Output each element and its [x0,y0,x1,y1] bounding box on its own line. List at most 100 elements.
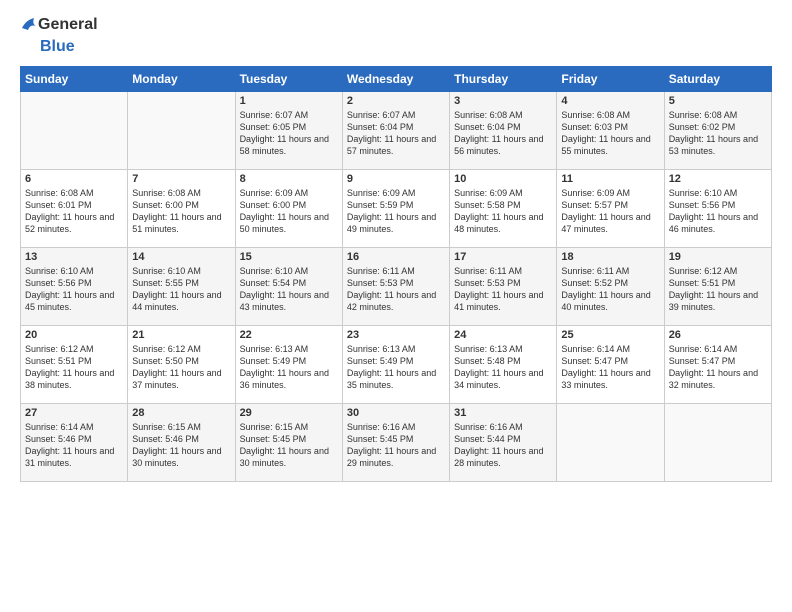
cell-info: Sunrise: 6:08 AMSunset: 6:03 PMDaylight:… [561,109,659,158]
calendar-cell [664,404,771,482]
day-number: 1 [240,95,338,107]
cell-info: Sunrise: 6:07 AMSunset: 6:04 PMDaylight:… [347,109,445,158]
day-header-sunday: Sunday [21,67,128,92]
day-number: 16 [347,251,445,263]
day-number: 26 [669,329,767,341]
day-number: 31 [454,407,552,419]
cell-info: Sunrise: 6:10 AMSunset: 5:55 PMDaylight:… [132,265,230,314]
calendar-cell: 16 Sunrise: 6:11 AMSunset: 5:53 PMDayligh… [342,248,449,326]
cell-info: Sunrise: 6:10 AMSunset: 5:56 PMDaylight:… [25,265,123,314]
day-number: 3 [454,95,552,107]
logo: GeneralBlue [20,16,98,56]
cell-info: Sunrise: 6:14 AMSunset: 5:47 PMDaylight:… [669,343,767,392]
cell-info: Sunrise: 6:11 AMSunset: 5:52 PMDaylight:… [561,265,659,314]
day-number: 23 [347,329,445,341]
cell-info: Sunrise: 6:16 AMSunset: 5:44 PMDaylight:… [454,421,552,470]
day-number: 27 [25,407,123,419]
calendar-cell: 11Sunrise: 6:09 AMSunset: 5:57 PMDayligh… [557,170,664,248]
cell-info: Sunrise: 6:13 AMSunset: 5:48 PMDaylight:… [454,343,552,392]
cell-info: Sunrise: 6:08 AMSunset: 6:04 PMDaylight:… [454,109,552,158]
calendar-cell: 23 Sunrise: 6:13 AMSunset: 5:49 PMDayligh… [342,326,449,404]
week-row-2: 6 Sunrise: 6:08 AMSunset: 6:01 PMDaylight… [21,170,772,248]
day-number: 7 [132,173,230,185]
cell-info: Sunrise: 6:12 AMSunset: 5:51 PMDaylight:… [669,265,767,314]
calendar-cell: 12Sunrise: 6:10 AMSunset: 5:56 PMDayligh… [664,170,771,248]
day-number: 21 [132,329,230,341]
day-number: 5 [669,95,767,107]
header: GeneralBlue [20,16,772,56]
week-row-1: 1 Sunrise: 6:07 AMSunset: 6:05 PMDaylight… [21,92,772,170]
day-number: 25 [561,329,659,341]
logo-bird-icon [20,16,38,34]
day-number: 29 [240,407,338,419]
day-header-friday: Friday [557,67,664,92]
day-number: 28 [132,407,230,419]
day-header-wednesday: Wednesday [342,67,449,92]
calendar-cell: 2 Sunrise: 6:07 AMSunset: 6:04 PMDaylight… [342,92,449,170]
cell-info: Sunrise: 6:07 AMSunset: 6:05 PMDaylight:… [240,109,338,158]
calendar-cell: 31 Sunrise: 6:16 AMSunset: 5:44 PMDayligh… [450,404,557,482]
cell-info: Sunrise: 6:12 AMSunset: 5:51 PMDaylight:… [25,343,123,392]
cell-info: Sunrise: 6:13 AMSunset: 5:49 PMDaylight:… [347,343,445,392]
cell-info: Sunrise: 6:11 AMSunset: 5:53 PMDaylight:… [454,265,552,314]
calendar-cell: 22 Sunrise: 6:13 AMSunset: 5:49 PMDayligh… [235,326,342,404]
calendar-cell: 15Sunrise: 6:10 AMSunset: 5:54 PMDayligh… [235,248,342,326]
cell-info: Sunrise: 6:15 AMSunset: 5:46 PMDaylight:… [132,421,230,470]
calendar-cell: 3 Sunrise: 6:08 AMSunset: 6:04 PMDaylight… [450,92,557,170]
cell-info: Sunrise: 6:14 AMSunset: 5:46 PMDaylight:… [25,421,123,470]
calendar-cell: 21 Sunrise: 6:12 AMSunset: 5:50 PMDayligh… [128,326,235,404]
calendar-cell: 26 Sunrise: 6:14 AMSunset: 5:47 PMDayligh… [664,326,771,404]
header-row: SundayMondayTuesdayWednesdayThursdayFrid… [21,67,772,92]
day-number: 9 [347,173,445,185]
calendar-cell: 28 Sunrise: 6:15 AMSunset: 5:46 PMDayligh… [128,404,235,482]
day-number: 30 [347,407,445,419]
cell-info: Sunrise: 6:16 AMSunset: 5:45 PMDaylight:… [347,421,445,470]
week-row-3: 13 Sunrise: 6:10 AMSunset: 5:56 PMDayligh… [21,248,772,326]
calendar-cell: 19 Sunrise: 6:12 AMSunset: 5:51 PMDayligh… [664,248,771,326]
calendar-cell: 20 Sunrise: 6:12 AMSunset: 5:51 PMDayligh… [21,326,128,404]
day-number: 11 [561,173,659,185]
day-number: 24 [454,329,552,341]
calendar-cell: 17 Sunrise: 6:11 AMSunset: 5:53 PMDayligh… [450,248,557,326]
cell-info: Sunrise: 6:08 AMSunset: 6:01 PMDaylight:… [25,187,123,236]
calendar-cell: 18 Sunrise: 6:11 AMSunset: 5:52 PMDayligh… [557,248,664,326]
calendar-cell: 4Sunrise: 6:08 AMSunset: 6:03 PMDaylight… [557,92,664,170]
calendar-cell [128,92,235,170]
calendar-cell: 27 Sunrise: 6:14 AMSunset: 5:46 PMDayligh… [21,404,128,482]
cell-info: Sunrise: 6:10 AMSunset: 5:56 PMDaylight:… [669,187,767,236]
calendar-cell [557,404,664,482]
cell-info: Sunrise: 6:14 AMSunset: 5:47 PMDaylight:… [561,343,659,392]
cell-info: Sunrise: 6:09 AMSunset: 5:59 PMDaylight:… [347,187,445,236]
calendar-cell: 13 Sunrise: 6:10 AMSunset: 5:56 PMDayligh… [21,248,128,326]
day-number: 20 [25,329,123,341]
calendar-cell [21,92,128,170]
cell-info: Sunrise: 6:11 AMSunset: 5:53 PMDaylight:… [347,265,445,314]
calendar-table: SundayMondayTuesdayWednesdayThursdayFrid… [20,66,772,482]
day-number: 22 [240,329,338,341]
calendar-cell: 30 Sunrise: 6:16 AMSunset: 5:45 PMDayligh… [342,404,449,482]
cell-info: Sunrise: 6:13 AMSunset: 5:49 PMDaylight:… [240,343,338,392]
day-number: 18 [561,251,659,263]
calendar-cell: 8Sunrise: 6:09 AMSunset: 6:00 PMDaylight… [235,170,342,248]
week-row-4: 20 Sunrise: 6:12 AMSunset: 5:51 PMDayligh… [21,326,772,404]
day-header-thursday: Thursday [450,67,557,92]
cell-info: Sunrise: 6:09 AMSunset: 6:00 PMDaylight:… [240,187,338,236]
calendar-cell: 25 Sunrise: 6:14 AMSunset: 5:47 PMDayligh… [557,326,664,404]
day-header-tuesday: Tuesday [235,67,342,92]
day-number: 2 [347,95,445,107]
day-number: 10 [454,173,552,185]
cell-info: Sunrise: 6:12 AMSunset: 5:50 PMDaylight:… [132,343,230,392]
day-number: 13 [25,251,123,263]
day-number: 15 [240,251,338,263]
day-number: 6 [25,173,123,185]
calendar-cell: 6 Sunrise: 6:08 AMSunset: 6:01 PMDaylight… [21,170,128,248]
calendar-cell: 1 Sunrise: 6:07 AMSunset: 6:05 PMDaylight… [235,92,342,170]
logo-blue-text: Blue [40,38,75,56]
calendar-cell: 7Sunrise: 6:08 AMSunset: 6:00 PMDaylight… [128,170,235,248]
calendar-cell: 5Sunrise: 6:08 AMSunset: 6:02 PMDaylight… [664,92,771,170]
calendar-cell: 24 Sunrise: 6:13 AMSunset: 5:48 PMDayligh… [450,326,557,404]
day-number: 17 [454,251,552,263]
day-number: 19 [669,251,767,263]
calendar-cell: 10Sunrise: 6:09 AMSunset: 5:58 PMDayligh… [450,170,557,248]
calendar-cell: 14Sunrise: 6:10 AMSunset: 5:55 PMDayligh… [128,248,235,326]
